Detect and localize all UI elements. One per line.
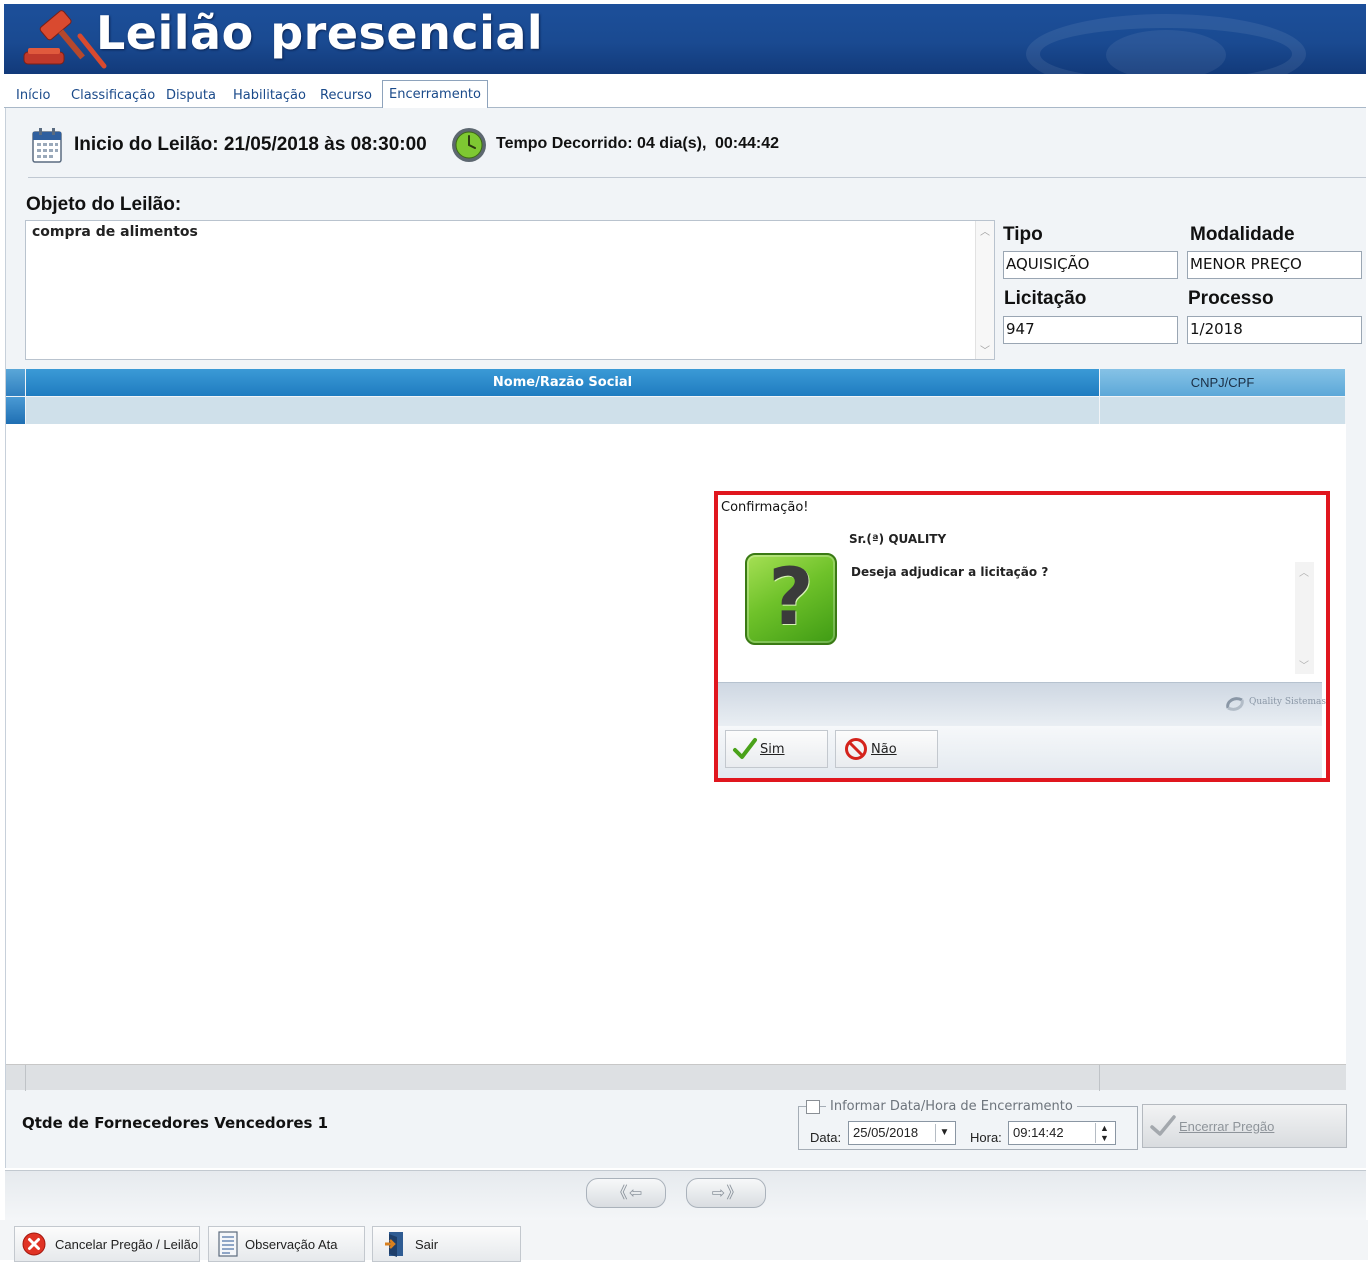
encerramento-checkbox[interactable]: [806, 1100, 820, 1114]
observacao-ata-button[interactable]: Observação Ata: [208, 1226, 365, 1262]
encerramento-label: Informar Data/Hora de Encerramento: [826, 1099, 1077, 1114]
scroll-up-icon[interactable]: ︿: [980, 223, 990, 238]
dialog-title: Confirmação!: [721, 500, 809, 515]
grid-column-nome[interactable]: Nome/Razão Social: [26, 369, 1099, 396]
cancelar-label: Cancelar Pregão / Leilão: [55, 1236, 199, 1252]
nao-label: Não: [871, 741, 897, 757]
dialog-user: Sr.(ª) QUALITY: [849, 532, 947, 546]
modalidade-label: Modalidade: [1190, 224, 1295, 245]
grid-header-indicator: [6, 369, 25, 396]
spin-icon[interactable]: ▲ ▼: [1095, 1123, 1113, 1143]
prohibited-icon: [845, 738, 867, 760]
app-title: Leilão presencial: [96, 6, 544, 60]
hora-label: Hora:: [970, 1130, 1002, 1145]
question-icon: ?: [745, 553, 837, 645]
tipo-label: Tipo: [1003, 224, 1043, 245]
tempo-decorrido-value: 00:44:42: [715, 135, 780, 152]
tab-classificacao[interactable]: Classificação: [71, 88, 155, 103]
scroll-up-icon[interactable]: ︿: [1299, 564, 1309, 579]
inicio-leilao: Inicio do Leilão: 21/05/2018 às 08:30:00: [74, 134, 427, 155]
sair-label: Sair: [415, 1236, 439, 1252]
objeto-scrollbar[interactable]: ︿ ﹀: [975, 221, 994, 359]
data-label: Data:: [810, 1130, 842, 1145]
dialog-message: Deseja adjudicar a licitação ?: [851, 565, 1049, 579]
sim-label: Sim: [760, 741, 785, 757]
dialog-scrollbar[interactable]: ︿ ﹀: [1295, 562, 1314, 674]
grid-column-cnpj[interactable]: CNPJ/CPF: [1100, 369, 1345, 396]
scroll-down-icon[interactable]: ﹀: [980, 342, 990, 357]
tab-inicio[interactable]: Início: [16, 88, 50, 103]
tipo-field[interactable]: AQUISIÇÃO: [1003, 251, 1178, 279]
sim-button[interactable]: Sim: [725, 730, 828, 768]
tab-recurso[interactable]: Recurso: [320, 88, 372, 103]
tempo-decorrido-label: Tempo Decorrido: 04 dia(s),: [496, 135, 707, 152]
calendar-icon: [32, 128, 62, 163]
tab-habilitacao[interactable]: Habilitação: [233, 88, 306, 103]
rewind-icon: 《 ⇦: [611, 1183, 642, 1202]
encerrar-label: Encerrar Pregão: [1179, 1118, 1275, 1134]
observacao-label: Observação Ata: [245, 1236, 338, 1252]
fast-forward-icon: ⇨ 》: [711, 1183, 742, 1202]
cancel-icon: [22, 1232, 46, 1256]
sair-button[interactable]: Sair: [372, 1226, 521, 1262]
licitacao-label: Licitação: [1004, 288, 1087, 309]
objeto-textarea[interactable]: [25, 220, 995, 360]
tab-disputa[interactable]: Disputa: [166, 88, 216, 103]
processo-label: Processo: [1188, 288, 1274, 309]
objeto-label: Objeto do Leilão:: [26, 194, 182, 215]
cancelar-pregao-button[interactable]: Cancelar Pregão / Leilão: [14, 1226, 200, 1262]
hora-field[interactable]: 09:14:42 ▲ ▼: [1008, 1121, 1116, 1145]
grid-row-indicator[interactable]: [6, 397, 25, 424]
document-icon: [218, 1231, 238, 1257]
nav-back-button[interactable]: 《 ⇦: [586, 1178, 666, 1208]
table-row[interactable]: [26, 397, 1099, 424]
hora-value: 09:14:42: [1013, 1125, 1064, 1140]
data-value: 25/05/2018: [853, 1125, 919, 1140]
objeto-value: compra de alimentos: [32, 224, 198, 240]
dropdown-arrow-icon[interactable]: ▼: [935, 1124, 953, 1142]
nao-button[interactable]: Não: [835, 730, 938, 768]
quality-logo-icon: [1226, 697, 1244, 711]
bottom-bar: [0, 1220, 1368, 1260]
data-field[interactable]: 25/05/2018 ▼: [848, 1121, 956, 1145]
tab-encerramento[interactable]: Encerramento: [382, 80, 488, 109]
scroll-down-icon[interactable]: ﹀: [1299, 657, 1309, 672]
check-disabled-icon: [1150, 1115, 1176, 1136]
modalidade-field[interactable]: MENOR PREÇO: [1187, 251, 1362, 279]
dialog-brand: Quality Sistemas: [1249, 697, 1326, 707]
licitacao-field[interactable]: 947: [1003, 316, 1178, 344]
encerrar-pregao-button[interactable]: Encerrar Pregão: [1142, 1104, 1347, 1148]
qtde-fornecedores: Qtde de Fornecedores Vencedores 1: [22, 1114, 329, 1132]
check-icon: [733, 738, 757, 759]
table-cell-cnpj[interactable]: [1100, 397, 1345, 424]
clock-icon: [452, 128, 486, 162]
exit-door-icon: [385, 1232, 403, 1257]
processo-field[interactable]: 1/2018: [1187, 316, 1362, 344]
nav-forward-button[interactable]: ⇨ 》: [686, 1178, 766, 1208]
grid-footer: [6, 1064, 1346, 1091]
